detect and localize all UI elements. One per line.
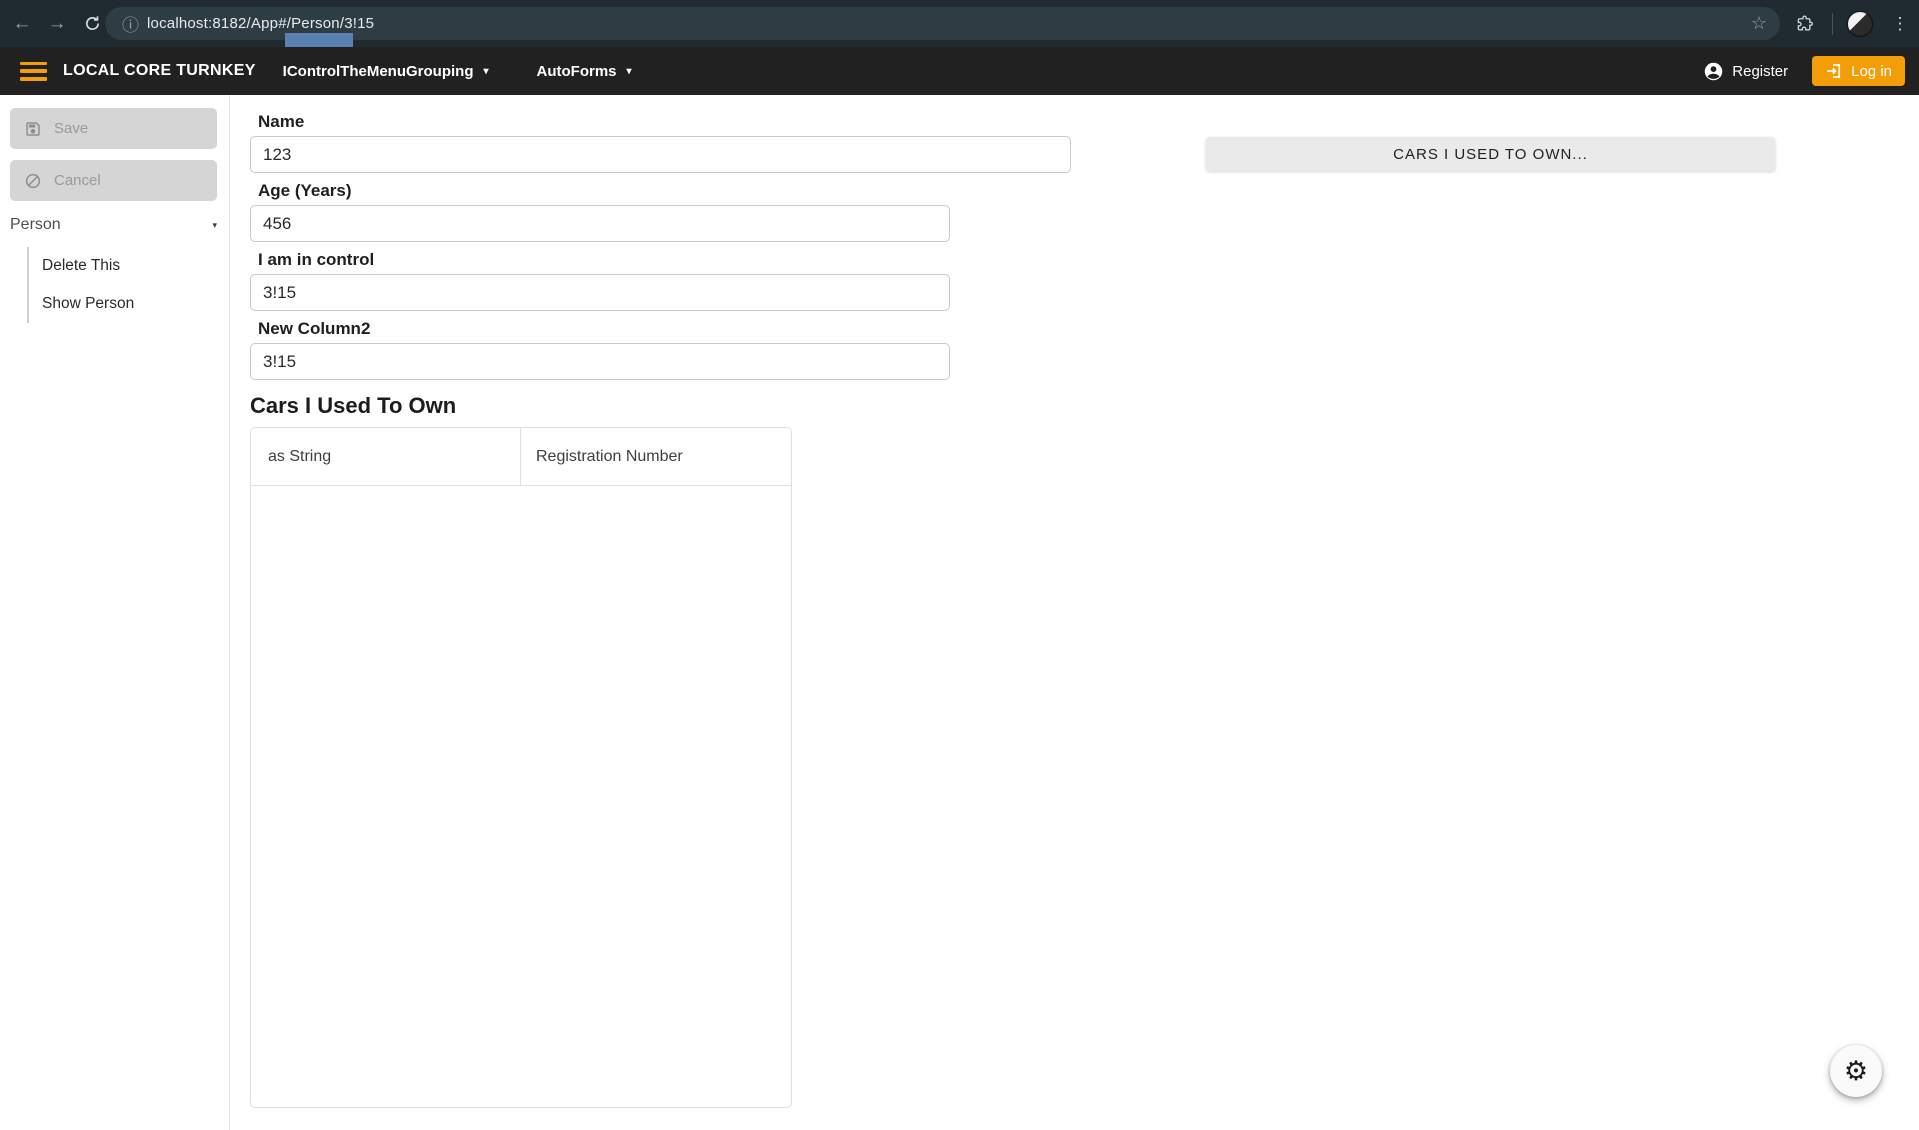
account-circle-icon	[1703, 61, 1724, 82]
forward-icon[interactable]: →	[44, 11, 70, 37]
main-content: Name Age (Years) I am in control New Col…	[230, 95, 1919, 1130]
sidebar-item-delete-this[interactable]: Delete This	[29, 247, 164, 285]
url-bar[interactable]: ⓘ localhost:8182/App#/Person/3!15 ☆	[105, 7, 1780, 40]
nav-menu-autoforms[interactable]: AutoForms ▾	[537, 63, 632, 80]
cars-i-used-to-own-button[interactable]: CARS I USED TO OWN...	[1206, 137, 1775, 171]
age-input[interactable]	[250, 205, 950, 242]
save-button[interactable]: Save	[10, 108, 217, 149]
collapse-caret-icon: ▾	[212, 220, 217, 231]
browser-nav-controls: ← →	[9, 0, 105, 47]
cancel-button[interactable]: Cancel	[10, 160, 217, 201]
extensions-icon[interactable]	[1792, 11, 1818, 37]
login-label: Log in	[1851, 63, 1892, 80]
url-text[interactable]: localhost:8182/App#/Person/3!15	[147, 15, 374, 32]
brand-title[interactable]: LOCAL CORE TURNKEY	[63, 62, 256, 80]
cars-table: as String Registration Number	[250, 427, 792, 1108]
chevron-down-icon: ▾	[483, 66, 488, 77]
login-button[interactable]: Log in	[1812, 56, 1905, 86]
browser-toolbar-right: ⋮	[1792, 0, 1913, 47]
bookmark-star-icon[interactable]: ☆	[1751, 13, 1767, 34]
save-label: Save	[54, 120, 88, 137]
cars-table-body	[251, 486, 791, 1108]
control-input[interactable]	[250, 274, 950, 311]
column-header-as-string[interactable]: as String	[251, 428, 521, 485]
person-section-toggle[interactable]: Person ▾	[10, 216, 217, 234]
blue-highlight-strip	[285, 33, 353, 47]
back-icon[interactable]: ←	[9, 11, 35, 37]
new-column2-field-label: New Column2	[258, 319, 1071, 339]
person-form: Name Age (Years) I am in control New Col…	[250, 112, 1071, 1108]
cars-table-header: as String Registration Number	[251, 428, 791, 486]
toolbar-separator	[1832, 13, 1833, 35]
name-input[interactable]	[250, 136, 1071, 173]
browser-profile-avatar[interactable]	[1847, 11, 1873, 37]
gear-icon: ⚙	[1844, 1056, 1868, 1087]
cars-grid-heading: Cars I Used To Own	[250, 393, 1071, 419]
control-field-label: I am in control	[258, 250, 1071, 270]
app-body: Save Cancel Person ▾ Delete This Show Pe…	[0, 95, 1919, 1130]
person-menu-items: Delete This Show Person	[27, 247, 164, 323]
cancel-label: Cancel	[54, 172, 101, 189]
sidebar: Save Cancel Person ▾ Delete This Show Pe…	[0, 95, 230, 1130]
column-header-registration-number[interactable]: Registration Number	[521, 428, 791, 485]
settings-fab[interactable]: ⚙	[1830, 1045, 1882, 1097]
nav-menu-autoforms-label: AutoForms	[537, 63, 617, 80]
menu-hamburger-icon[interactable]	[20, 62, 47, 81]
name-field-label: Name	[258, 112, 1071, 132]
person-section-label: Person	[10, 216, 61, 234]
new-column2-input[interactable]	[250, 343, 950, 380]
sidebar-item-show-person[interactable]: Show Person	[29, 285, 164, 323]
navbar-right: Register Log in	[1703, 56, 1905, 86]
app-navbar: LOCAL CORE TURNKEY IControlTheMenuGroupi…	[0, 47, 1919, 95]
register-label: Register	[1732, 63, 1788, 80]
save-icon	[24, 120, 42, 138]
register-button[interactable]: Register	[1703, 61, 1788, 82]
chevron-down-icon: ▾	[627, 66, 632, 77]
age-field-label: Age (Years)	[258, 181, 1071, 201]
nav-menu-grouping-label: IControlTheMenuGrouping	[283, 63, 474, 80]
nav-menu-grouping[interactable]: IControlTheMenuGrouping ▾	[283, 63, 489, 80]
cancel-icon	[24, 172, 42, 190]
reload-icon[interactable]	[79, 11, 105, 37]
login-icon	[1825, 62, 1843, 80]
site-info-icon[interactable]: ⓘ	[122, 11, 139, 36]
browser-menu-icon[interactable]: ⋮	[1887, 11, 1913, 37]
